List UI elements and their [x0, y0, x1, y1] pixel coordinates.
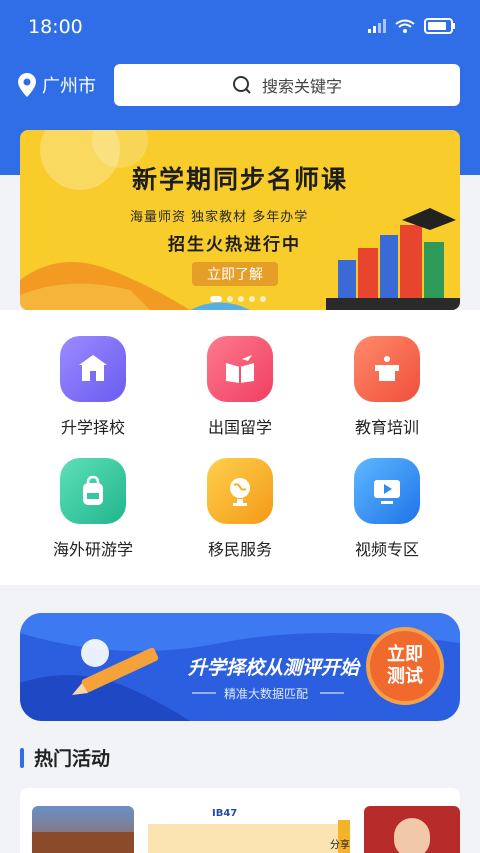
banner-tags: 海量师资 独家教材 多年办学 [130, 210, 309, 225]
carousel-dot-active [210, 296, 222, 302]
hot-activities-list: IB47 分享 [20, 788, 460, 853]
category-immigration-service[interactable]: 移民服务 [175, 458, 305, 560]
carousel-dot [249, 296, 255, 302]
category-education-training[interactable]: 教育培训 [322, 336, 452, 438]
section-accent-bar [20, 747, 24, 768]
category-label: 海外研游学 [52, 540, 133, 559]
search-icon [232, 76, 251, 94]
promo-subtitle: 精准大数据匹配 [224, 687, 309, 701]
category-school-selection[interactable]: 升学择校 [28, 336, 158, 438]
wifi-icon [395, 19, 415, 33]
banner-slogan: 招生火热进行中 [168, 235, 301, 255]
category-study-abroad[interactable]: 出国留学 [175, 336, 305, 438]
video-icon [354, 458, 420, 524]
banner-learn-more-button[interactable]: 立即了解 [192, 262, 278, 286]
assessment-promo-banner[interactable]: 升学择校从测评开始 精准大数据匹配 立即 测试 [20, 613, 460, 721]
status-time: 18:00 [28, 16, 83, 38]
books-illustration [326, 208, 460, 310]
plane-book-icon [207, 336, 273, 402]
backpack-icon [60, 458, 126, 524]
banner-title: 新学期同步名师课 [131, 165, 348, 194]
promo-title: 升学择校从测评开始 [188, 657, 360, 679]
signal-icon [368, 19, 386, 33]
status-bar: 18:00 [0, 0, 480, 54]
category-overseas-study-tour[interactable]: 海外研游学 [28, 458, 158, 560]
activity-share-label: 分享 [330, 840, 350, 851]
start-test-button[interactable]: 立即 测试 [366, 627, 444, 705]
activity-card[interactable] [364, 806, 460, 853]
carousel-dot [238, 296, 244, 302]
category-video-zone[interactable]: 视频专区 [322, 458, 452, 560]
activity-logo-ib: IB47 [212, 808, 238, 819]
location-selector[interactable]: 广州市 [18, 72, 96, 98]
carousel-indicators [210, 296, 266, 302]
location-pin-icon [18, 73, 36, 97]
school-icon [60, 336, 126, 402]
category-label: 升学择校 [60, 418, 125, 437]
status-icons [368, 18, 456, 34]
search-placeholder: 搜索关键字 [261, 77, 342, 96]
activity-card[interactable]: IB47 分享 [148, 806, 350, 853]
section-header-hot-activities: 热门活动 [20, 744, 110, 771]
podium-icon [354, 336, 420, 402]
activity-image [32, 832, 134, 853]
search-input[interactable]: 搜索关键字 [114, 64, 460, 106]
activity-logo-strip [148, 806, 350, 824]
promo-banner-carousel[interactable]: 新学期同步名师课 海量师资 独家教材 多年办学 招生火热进行中 立即了解 [20, 130, 460, 310]
carousel-dot [260, 296, 266, 302]
carousel-dot [227, 296, 233, 302]
section-title: 热门活动 [34, 748, 111, 770]
location-city: 广州市 [42, 76, 96, 97]
start-test-line1: 立即 [387, 644, 423, 666]
category-label: 教育培训 [354, 418, 419, 437]
magnifier-icon [81, 639, 109, 667]
category-grid: 升学择校 出国留学 教育培训 海外研游学 移民服务 视频专区 [0, 310, 480, 585]
activity-portrait [394, 818, 430, 853]
battery-icon [424, 18, 455, 34]
category-label: 出国留学 [207, 418, 272, 437]
activity-card[interactable] [32, 806, 134, 853]
globe-icon [207, 458, 273, 524]
start-test-line2: 测试 [387, 666, 423, 687]
category-label: 视频专区 [354, 540, 419, 559]
category-label: 移民服务 [207, 540, 272, 559]
